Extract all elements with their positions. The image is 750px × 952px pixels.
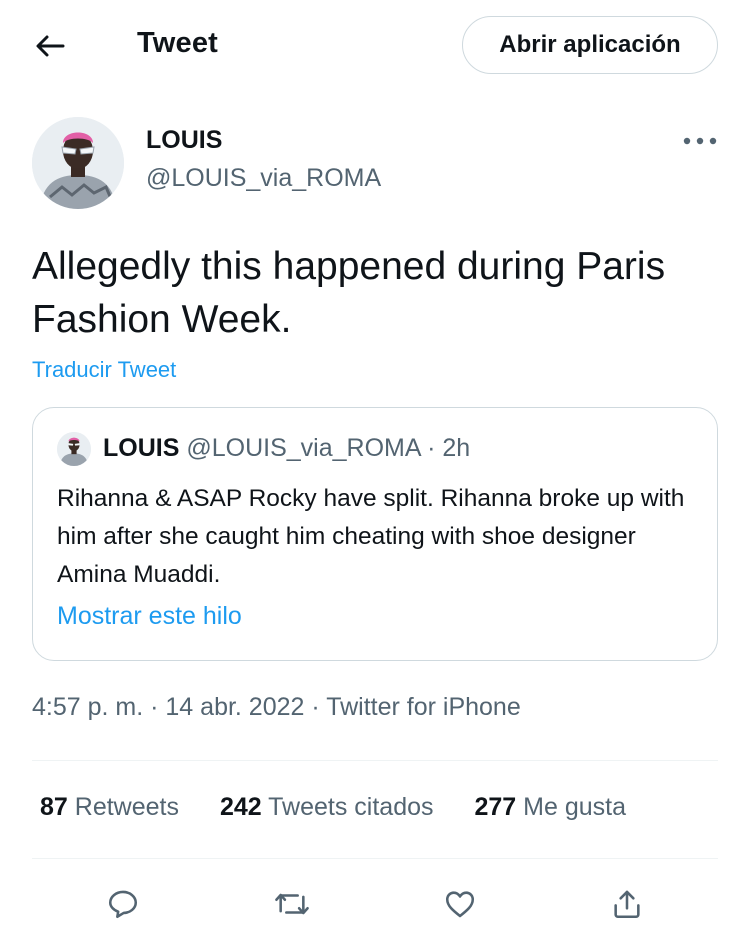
quote-author-name: LOUIS — [103, 434, 180, 462]
share-button[interactable] — [607, 884, 647, 924]
quote-tweets-stat[interactable]: 242 Tweets citados — [220, 793, 434, 821]
quote-separator: · — [427, 434, 436, 462]
retweets-count: 87 — [40, 793, 68, 821]
author-handle[interactable]: @LOUIS_via_ROMA — [146, 164, 381, 193]
avatar-image — [57, 432, 91, 466]
quote-author-handle: @LOUIS_via_ROMA — [186, 434, 421, 462]
avatar-image — [32, 117, 124, 209]
retweets-stat[interactable]: 87 Retweets — [40, 793, 179, 821]
quote-avatar — [57, 432, 91, 466]
author-name[interactable]: LOUIS — [146, 126, 222, 155]
arrow-left-icon — [36, 35, 65, 57]
share-icon — [614, 890, 640, 919]
translate-tweet-link[interactable]: Traducir Tweet — [32, 357, 176, 383]
tweet-meta: 4:57 p. m. · 14 abr. 2022 · Twitter for … — [32, 693, 521, 722]
more-horizontal-icon — [683, 137, 717, 145]
page-title: Tweet — [137, 27, 219, 59]
likes-count: 277 — [474, 793, 517, 821]
quote-time: 2h — [442, 434, 471, 462]
avatar[interactable] — [32, 117, 124, 209]
meta-separator: · — [311, 693, 320, 721]
quote-header: LOUIS @LOUIS_via_ROMA · 2h — [103, 434, 470, 463]
divider — [32, 760, 718, 761]
show-thread-link[interactable]: Mostrar este hilo — [57, 602, 242, 631]
reply-icon — [108, 890, 138, 919]
reply-button[interactable] — [103, 884, 143, 924]
tweet-time[interactable]: 4:57 p. m. — [32, 693, 143, 721]
retweet-button[interactable] — [272, 884, 312, 924]
like-button[interactable] — [440, 884, 480, 924]
heart-icon — [445, 891, 475, 918]
tweet-source[interactable]: Twitter for iPhone — [326, 693, 521, 721]
quote-tweets-count: 242 — [219, 793, 262, 821]
tweet-date[interactable]: 14 abr. 2022 — [165, 693, 304, 721]
retweets-label: Retweets — [74, 793, 179, 821]
top-bar: Tweet Abrir aplicación — [0, 0, 750, 92]
quote-text: Rihanna & ASAP Rocky have split. Rihanna… — [57, 485, 685, 588]
divider — [32, 858, 718, 859]
more-button[interactable] — [680, 128, 720, 154]
tweet-text: Allegedly this happened during Paris Fas… — [32, 245, 666, 341]
likes-stat[interactable]: 277 Me gusta — [474, 793, 626, 821]
back-button[interactable] — [30, 26, 70, 66]
likes-label: Me gusta — [523, 793, 626, 821]
retweet-icon — [275, 893, 309, 915]
open-app-button[interactable]: Abrir aplicación — [462, 16, 718, 74]
meta-separator: · — [150, 693, 159, 721]
quote-tweets-label: Tweets citados — [268, 793, 434, 821]
quoted-tweet-card[interactable]: LOUIS @LOUIS_via_ROMA · 2h Rihanna & ASA… — [32, 407, 718, 661]
engagement-stats: 87 Retweets 242 Tweets citados 277 Me gu… — [40, 793, 660, 822]
